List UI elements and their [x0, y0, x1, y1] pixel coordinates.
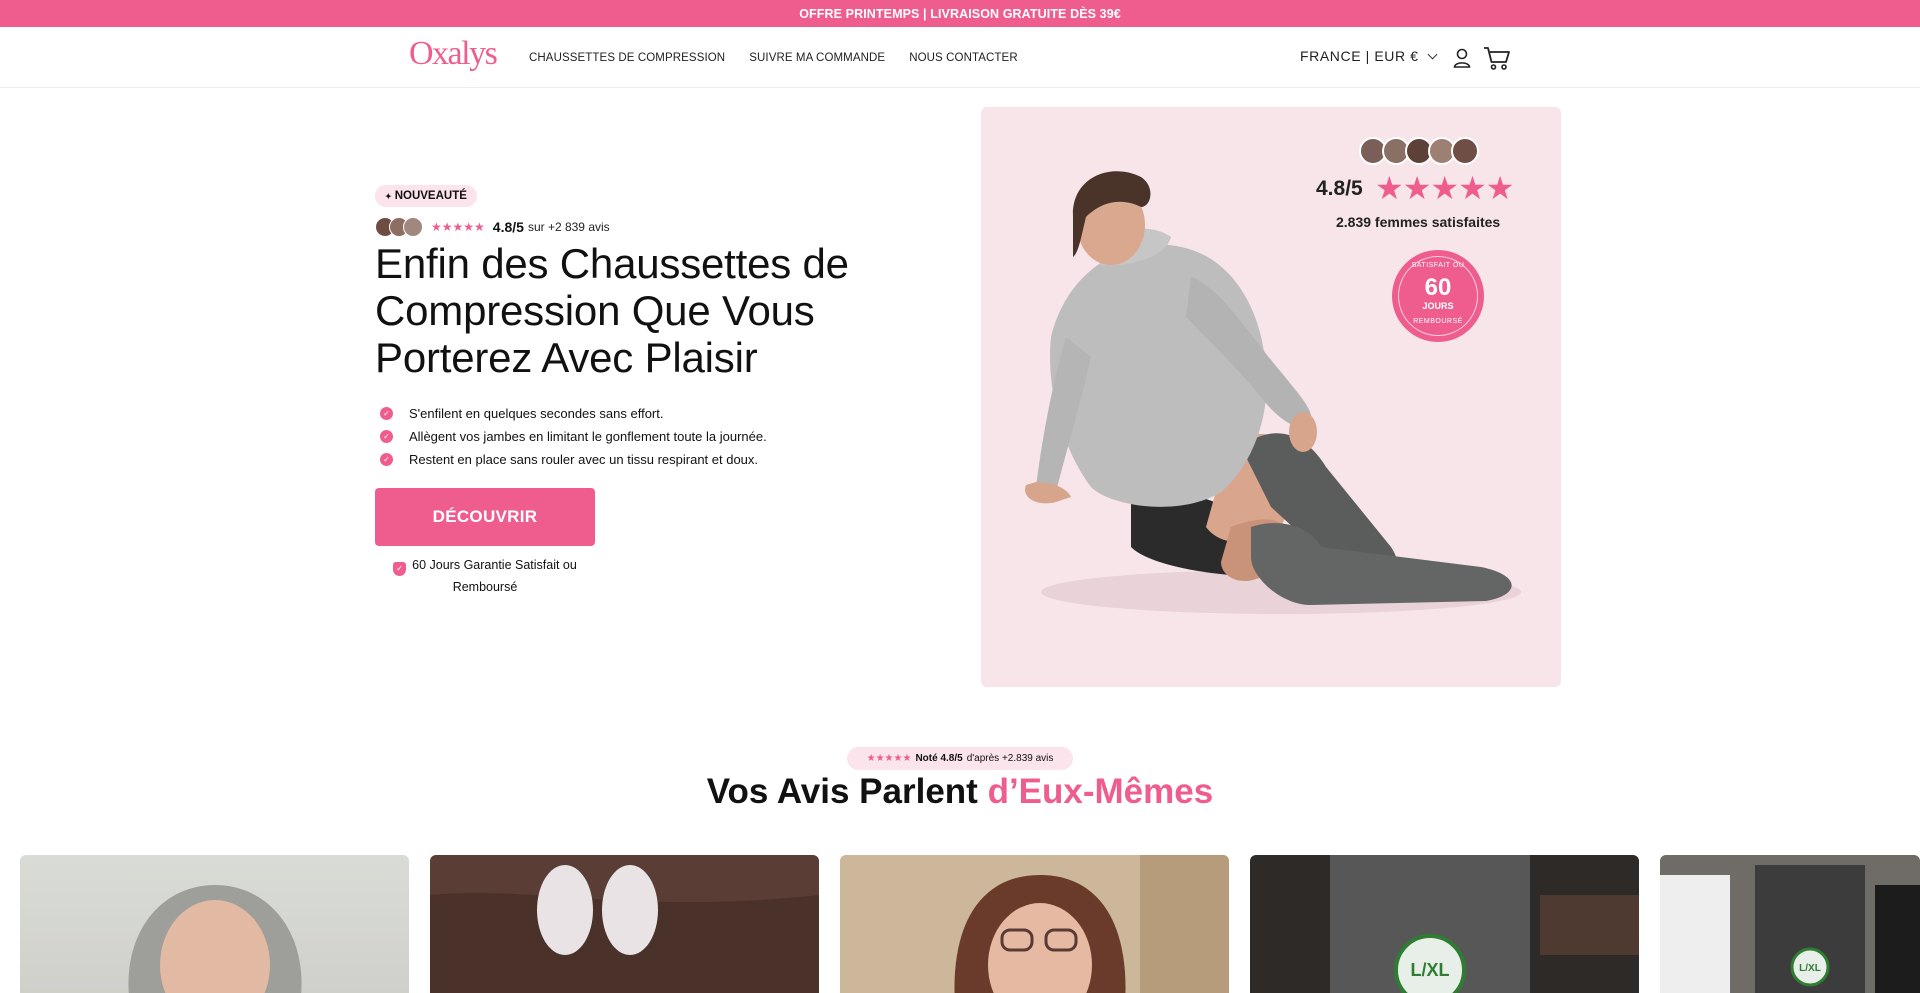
- check-icon: ✓: [380, 453, 393, 466]
- seal-top-text: SATISFAIT OU: [1411, 262, 1465, 269]
- region-selector[interactable]: FRANCE | EUR €: [1300, 48, 1438, 64]
- sparkle-icon: ✦: [385, 191, 392, 201]
- reviews-title: Vos Avis Parlent d’Eux-Mêmes: [0, 772, 1920, 812]
- panel-satisfied: 2.839 femmes satisfaites: [1336, 214, 1501, 230]
- review-photo-socks-pair: L/XL: [1660, 865, 1920, 993]
- avatar: [403, 217, 423, 237]
- hero-image: 4.8/5 ★★★★★ 2.839 femmes satisfaites SAT…: [981, 107, 1561, 687]
- svg-text:L/XL: L/XL: [1799, 963, 1821, 974]
- nav-compression-socks[interactable]: CHAUSSETTES DE COMPRESSION: [529, 52, 725, 64]
- list-item: ✓ Restent en place sans rouler avec un ti…: [380, 448, 767, 471]
- benefit-text: Allègent vos jambes en limitant le gonfl…: [409, 429, 767, 444]
- nav-track-order[interactable]: SUIVRE MA COMMANDE: [749, 52, 885, 64]
- benefit-text: S'enfilent en quelques secondes sans eff…: [409, 406, 664, 421]
- panel-score: 4.8/5: [1316, 177, 1363, 200]
- list-item: ✓ S'enfilent en quelques secondes sans ef…: [380, 402, 767, 425]
- seal-number: 60: [1424, 274, 1452, 301]
- discover-button[interactable]: DÉCOUVRIR: [375, 488, 595, 546]
- review-photo-woman-gray-hair: [128, 885, 302, 993]
- site-header: Oxalys CHAUSSETTES DE COMPRESSION SUIVRE…: [0, 27, 1920, 88]
- main-nav: CHAUSSETTES DE COMPRESSION SUIVRE MA COM…: [529, 27, 1018, 88]
- rating-stars: ★★★★★: [431, 220, 485, 234]
- pill-score: Noté 4.8/5: [915, 753, 963, 764]
- cart-icon[interactable]: [1483, 44, 1511, 72]
- reviews-title-plain: Vos Avis Parlent: [706, 772, 988, 811]
- review-photo-woman-glasses: [954, 855, 1229, 993]
- announcement-text: OFFRE PRINTEMPS | LIVRAISON GRATUITE DÈS…: [799, 6, 1121, 21]
- review-card[interactable]: L/XL: [1250, 855, 1639, 993]
- benefit-text: Restent en place sans rouler avec un tis…: [409, 452, 759, 467]
- reviews-title-accent: d’Eux-Mêmes: [987, 772, 1214, 811]
- reviews-rating-pill: ★★★★★ Noté 4.8/5 d'après +2.839 avis: [847, 747, 1073, 770]
- user-icon[interactable]: [1452, 47, 1472, 69]
- svg-text:L/XL: L/XL: [1411, 960, 1450, 980]
- seal-unit: JOURS: [1422, 301, 1454, 311]
- check-icon: ✓: [380, 430, 393, 443]
- panel-avatars: [1359, 137, 1479, 165]
- guarantee-note: ✓ 60 Jours Garantie Satisfait ou Rembours…: [390, 554, 580, 598]
- rating-count: sur +2 839 avis: [527, 220, 610, 234]
- review-card[interactable]: L/XL: [1660, 855, 1920, 993]
- customer-avatars: [375, 217, 423, 237]
- review-card[interactable]: [430, 855, 819, 993]
- panel-stars: ★★★★★: [1375, 170, 1514, 206]
- check-icon: ✓: [380, 407, 393, 420]
- nav-contact[interactable]: NOUS CONTACTER: [909, 52, 1018, 64]
- new-badge: ✦ NOUVEAUTÉ: [375, 185, 477, 207]
- seal-bottom-text: REMBOURSÉ: [1413, 318, 1463, 325]
- review-photo-package: L/XL: [1330, 855, 1639, 993]
- chevron-down-icon: [1427, 49, 1438, 60]
- guarantee-text: 60 Jours Garantie Satisfait ou Remboursé: [412, 558, 577, 594]
- pill-stars: ★★★★★: [866, 753, 912, 764]
- benefit-list: ✓ S'enfilent en quelques secondes sans ef…: [380, 402, 767, 471]
- review-photo-socks: [430, 865, 819, 993]
- hero-rating: ★★★★★ 4.8/5 sur +2 839 avis: [375, 217, 610, 237]
- region-label: FRANCE | EUR €: [1300, 48, 1419, 64]
- review-card[interactable]: [20, 855, 409, 993]
- shield-check-icon: ✓: [393, 562, 407, 576]
- logo[interactable]: Oxalys: [409, 35, 498, 73]
- hero-title: Enfin des Chaussettes de Compression Que…: [375, 240, 849, 381]
- review-card[interactable]: [840, 855, 1229, 993]
- avatar: [1451, 137, 1479, 165]
- list-item: ✓ Allègent vos jambes en limitant le gonf…: [380, 425, 767, 448]
- announcement-bar: OFFRE PRINTEMPS | LIVRAISON GRATUITE DÈS…: [0, 0, 1920, 27]
- guarantee-seal: SATISFAIT OU 60 JOURS REMBOURSÉ: [1392, 250, 1484, 342]
- new-badge-label: NOUVEAUTÉ: [394, 190, 467, 202]
- rating-score: 4.8/5: [492, 219, 524, 235]
- pill-count: d'après +2.839 avis: [966, 753, 1054, 764]
